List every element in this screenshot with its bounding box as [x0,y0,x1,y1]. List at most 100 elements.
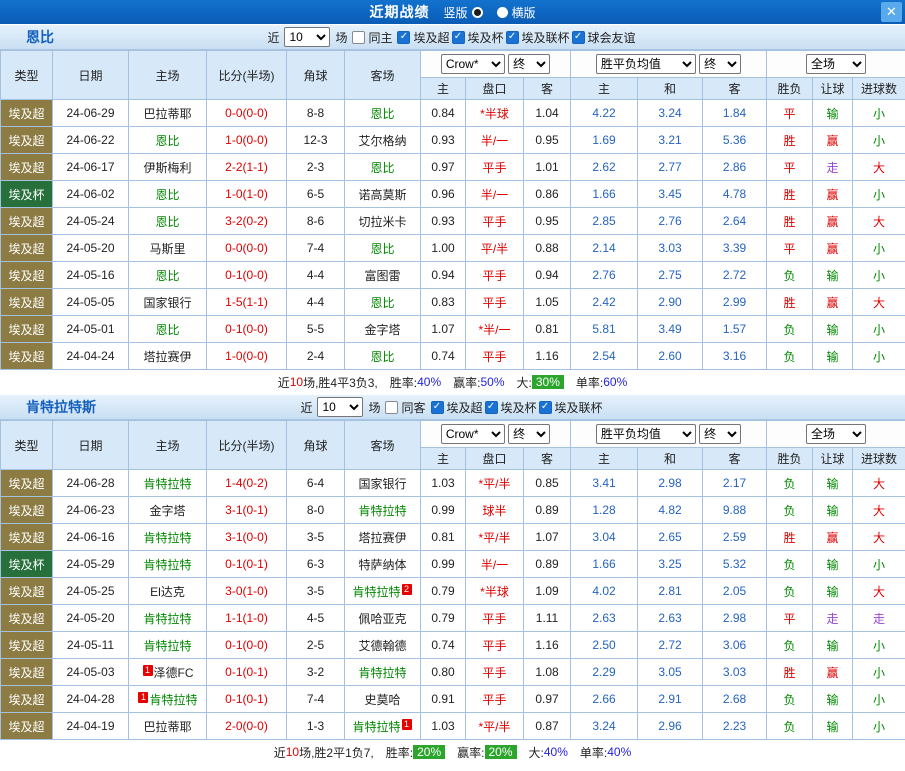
europe-time-select[interactable]: 终 [699,424,741,444]
home-team-cell: 1泽德FC [129,659,207,686]
date-cell: 24-06-23 [53,497,129,524]
recent-count-select[interactable]: 10 [317,397,363,417]
summary-stat-label: 赢率: [453,374,480,391]
away-team-cell: 肯特拉特1 [345,713,421,740]
home-team-cell: 马斯里 [129,235,207,262]
sub-header-asia-home: 主 [421,78,466,100]
layout-option-vertical[interactable]: 竖版 [443,4,482,21]
column-header-score: 比分(半场) [207,51,287,100]
radio-selected-icon[interactable] [472,7,483,18]
league-type-cell: 埃及超 [1,524,53,551]
team-label: 肯特拉特 [143,612,191,626]
result-cell: 负 [767,578,813,605]
scope-select[interactable]: 全场 [806,424,866,444]
league-type-cell: 埃及超 [1,605,53,632]
checkbox-icon[interactable] [385,401,398,414]
checkbox-icon[interactable]: ✓ [506,31,519,44]
europe-time-select[interactable]: 终 [699,54,741,74]
handicap-result-cell: 赢 [813,235,853,262]
bookmaker-select[interactable]: Crow* [441,424,505,444]
date-cell: 24-04-28 [53,686,129,713]
checkbox-icon[interactable]: ✓ [485,401,498,414]
corner-cell: 2-5 [287,632,345,659]
team-label: 富图雷 [364,269,400,283]
europe-draw-odds-cell: 2.76 [638,208,703,235]
sub-header-handicap: 盘口 [466,448,524,470]
team-label: 艾尔格纳 [358,134,406,148]
summary-stat-label: 赢率: [457,744,484,761]
sub-header-europe-away: 客 [703,448,767,470]
handicap-cell: *平/半 [466,524,524,551]
date-cell: 24-05-29 [53,551,129,578]
home-team-cell: 国家银行 [129,289,207,316]
league-filter[interactable]: ✓埃及超 [431,399,483,416]
checkbox-icon[interactable]: ✓ [572,31,585,44]
checkbox-icon[interactable]: ✓ [431,401,444,414]
recent-count-select[interactable]: 10 [284,27,330,47]
layout-option-horizontal[interactable]: 横版 [497,4,536,21]
checkbox-icon[interactable] [352,31,365,44]
summary-record: 场,胜4平3负3, [303,374,378,391]
table-row: 埃及超24-05-16恩比0-1(0-0)4-4富图雷0.94平手0.942.7… [1,262,905,289]
date-cell: 24-05-24 [53,208,129,235]
scope-select[interactable]: 全场 [806,54,866,74]
league-filter[interactable]: ✓埃及联杯 [506,29,570,46]
score-cell: 1-0(0-0) [207,127,287,154]
goals-result-cell: 大 [853,289,905,316]
corner-cell: 2-3 [287,154,345,181]
away-team-cell: 艾尔格纳 [345,127,421,154]
handicap-cell: *半球 [466,100,524,127]
bookmaker-select[interactable]: Crow* [441,54,505,74]
league-type-cell: 埃及超 [1,316,53,343]
near-label: 近 [300,399,312,416]
result-cell: 平 [767,235,813,262]
europe-home-odds-cell: 3.24 [571,713,638,740]
europe-home-odds-cell: 2.14 [571,235,638,262]
close-button[interactable]: ✕ [881,2,902,22]
radio-unselected-icon[interactable] [497,7,508,18]
league-filter[interactable]: ✓埃及杯 [485,399,537,416]
europe-mean-select[interactable]: 胜平负均值 [596,424,696,444]
league-filter[interactable]: ✓埃及杯 [452,29,504,46]
league-filter[interactable]: ✓球会友谊 [572,29,636,46]
handicap-cell: 平手 [466,154,524,181]
handicap-cell: 球半 [466,497,524,524]
handicap-result-cell: 赢 [813,181,853,208]
asia-home-odds-cell: 1.07 [421,316,466,343]
checkbox-icon[interactable]: ✓ [452,31,465,44]
same-side-label: 同客 [401,399,425,416]
league-filter[interactable]: ✓埃及超 [397,29,449,46]
asia-time-select[interactable]: 终 [508,54,550,74]
checkbox-icon[interactable]: ✓ [539,401,552,414]
column-header-away: 客场 [345,421,421,470]
league-filter[interactable]: ✓埃及联杯 [539,399,603,416]
same-side-label: 同主 [368,29,392,46]
checkbox-icon[interactable]: ✓ [397,31,410,44]
europe-away-odds-cell: 2.99 [703,289,767,316]
matches-table: 类型 日期 主场 比分(半场) 角球 客场 Crow* 终 胜平负均值 终 [0,50,905,370]
same-side-filter[interactable]: 同主 [352,29,392,46]
home-team-cell: 肯特拉特 [129,470,207,497]
score-cell: 1-4(0-2) [207,470,287,497]
league-type-cell: 埃及超 [1,343,53,370]
date-cell: 24-06-17 [53,154,129,181]
asia-away-odds-cell: 1.04 [524,100,571,127]
away-team-cell: 恩比 [345,235,421,262]
date-cell: 24-06-29 [53,100,129,127]
league-filter-label: 埃及超 [413,29,449,46]
league-type-cell: 埃及超 [1,100,53,127]
team-label: 恩比 [370,350,394,364]
league-filter-label: 埃及联杯 [555,399,603,416]
result-cell: 负 [767,262,813,289]
away-team-cell: 肯特拉特 [345,659,421,686]
asia-home-odds-cell: 0.91 [421,686,466,713]
team-label: 肯特拉特 [143,531,191,545]
europe-mean-select[interactable]: 胜平负均值 [596,54,696,74]
asia-time-select[interactable]: 终 [508,424,550,444]
europe-draw-odds-cell: 3.49 [638,316,703,343]
table-row: 埃及杯24-05-29肯特拉特0-1(0-1)6-3特萨纳体0.99半/一0.8… [1,551,905,578]
goals-result-cell: 大 [853,208,905,235]
asia-away-odds-cell: 0.89 [524,497,571,524]
team-label: 诺高莫斯 [358,188,406,202]
same-side-filter[interactable]: 同客 [385,399,425,416]
